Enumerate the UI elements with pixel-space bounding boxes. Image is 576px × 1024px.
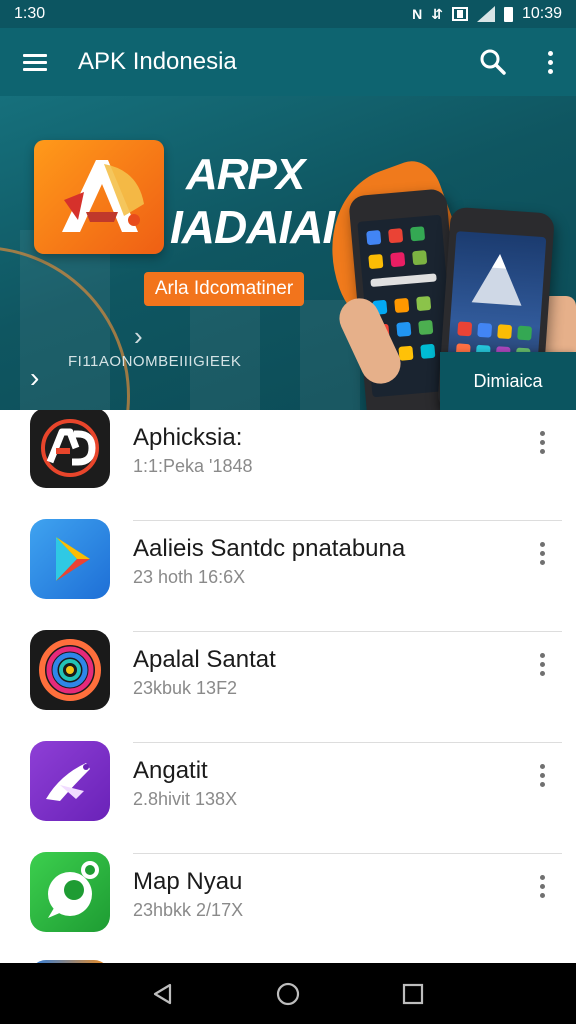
overflow-menu-icon[interactable]	[524, 28, 576, 96]
banner-caption: FI11AONOMBEIIIGIEEK	[68, 353, 242, 370]
app-meta: 2.8hivit 138X	[133, 789, 238, 809]
app-name: Apalal Santat	[133, 646, 276, 673]
signal-icon	[476, 6, 495, 22]
rainbow-swirl-icon	[30, 630, 110, 710]
list-item[interactable]: Map Nyau 23hbkk 2/17X	[0, 852, 576, 963]
chevron-right-icon: ›	[134, 321, 143, 351]
app-meta: 1:1:Peka '1848	[133, 456, 253, 476]
app-name: Map Nyau	[133, 868, 243, 895]
home-icon[interactable]	[268, 974, 308, 1014]
list-item[interactable]: Aphicksia: 1:1:Peka '1848	[0, 410, 576, 521]
app-title: APK Indonesia	[78, 48, 237, 75]
recents-icon[interactable]	[393, 974, 433, 1014]
ad-logo-icon	[30, 410, 110, 488]
list-item[interactable]: Angatit 2.8hivit 138X	[0, 741, 576, 854]
list-item[interactable]: Aalieis Santdc pnatabuna 23 hoth 16:6X	[0, 519, 576, 632]
navigation-bar	[0, 963, 576, 1024]
item-overflow-menu-icon[interactable]	[530, 426, 554, 458]
vibrate-icon: ⇵	[431, 5, 443, 22]
banner-next-chevron-icon[interactable]: ›	[30, 362, 39, 394]
app-list: Aphicksia: 1:1:Peka '1848 Aalieis Santdc…	[0, 410, 576, 963]
status-bar: 1:30 N ⇵ 10:39	[0, 0, 576, 28]
item-overflow-menu-icon[interactable]	[530, 870, 554, 902]
status-right-time: 10:39	[521, 5, 562, 22]
hamburger-menu-icon[interactable]	[0, 28, 70, 96]
app-name: Aalieis Santdc pnatabuna	[133, 535, 406, 562]
promo-banner[interactable]: ARPX IADAIAI Arla Idcomatiner › FI11AONO…	[0, 96, 576, 410]
banner-headline-line2: IADAIAI	[170, 201, 335, 253]
list-item[interactable]: Apalal Santat 23kbuk 13F2	[0, 630, 576, 743]
app-meta: 23hbkk 2/17X	[133, 900, 244, 920]
app-meta: 23 hoth 16:6X	[133, 567, 246, 587]
app-name: Angatit	[133, 757, 208, 784]
nfc-icon: N	[412, 6, 423, 22]
play-store-icon	[30, 519, 110, 599]
banner-download-button[interactable]: Dimiaica	[440, 352, 576, 410]
purple-bird-icon	[30, 741, 110, 821]
screen: 1:30 N ⇵ 10:39 APK Indonesia ARPX IADAIA…	[0, 0, 576, 1024]
status-time: 1:30	[14, 5, 46, 22]
item-overflow-menu-icon[interactable]	[530, 759, 554, 791]
search-icon[interactable]	[462, 28, 524, 96]
banner-headline-line1: ARPX	[186, 150, 305, 199]
battery-icon	[503, 6, 513, 22]
cast-icon	[451, 7, 468, 21]
status-icons: N ⇵ 10:39	[412, 5, 562, 23]
back-icon[interactable]	[143, 974, 183, 1014]
item-overflow-menu-icon[interactable]	[530, 648, 554, 680]
app-meta: 23kbuk 13F2	[133, 678, 238, 698]
app-name: Aphicksia:	[133, 424, 243, 451]
brand-logo-icon	[34, 140, 164, 254]
app-bar: APK Indonesia	[0, 28, 576, 96]
item-overflow-menu-icon[interactable]	[530, 537, 554, 569]
banner-pill-button[interactable]: Arla Idcomatiner	[144, 272, 304, 306]
green-chat-icon	[30, 852, 110, 932]
